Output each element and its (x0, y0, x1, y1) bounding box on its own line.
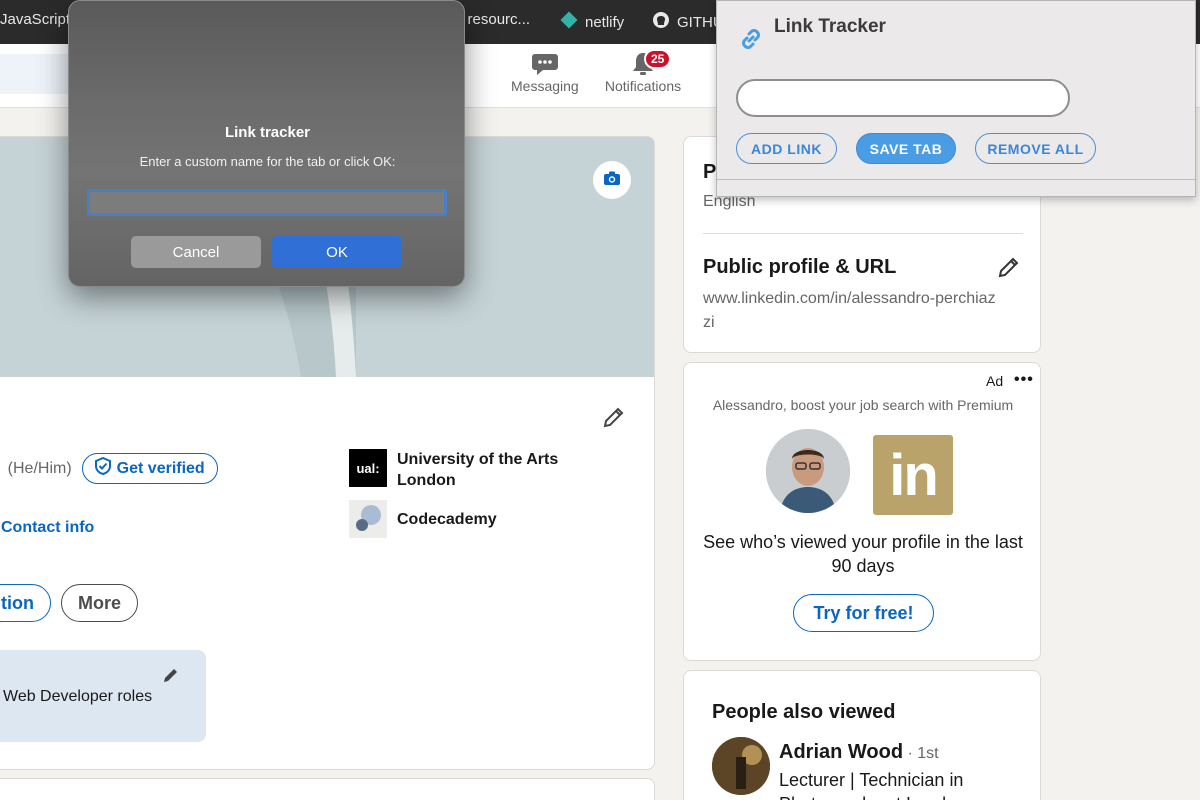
open-to-button[interactable]: tion (0, 584, 51, 622)
open-to-label: tion (1, 592, 34, 613)
link-tracker-extension-popup: Link Tracker ADD LINK SAVE TAB REMOVE AL… (716, 0, 1196, 197)
link-input[interactable] (736, 79, 1070, 117)
ok-button[interactable]: OK (272, 236, 402, 268)
edit-banner-button[interactable] (593, 161, 631, 199)
add-link-button[interactable]: ADD LINK (736, 133, 837, 164)
edit-intro-pencil-icon[interactable] (601, 404, 627, 435)
bookmark-label: netlify (585, 13, 625, 31)
next-section-card (0, 778, 655, 800)
github-icon (652, 11, 670, 33)
pronouns: (He/Him) (7, 459, 72, 477)
more-button[interactable]: More (61, 584, 139, 622)
edit-open-to-work-pencil-icon[interactable] (162, 666, 180, 689)
person-avatar[interactable] (712, 737, 770, 795)
user-avatar (766, 429, 850, 513)
nav-item-notifications[interactable]: 25 Notifications (600, 49, 686, 94)
education-name: Codecademy (397, 511, 497, 528)
person-name-row[interactable]: Adrian Wood · 1st (779, 741, 939, 764)
bookmark-javascript[interactable]: JavaScript (0, 11, 70, 28)
open-to-work-text: Web Developer roles (3, 688, 153, 705)
bell-icon: 25 (600, 49, 686, 78)
edit-public-profile-pencil-icon[interactable] (996, 254, 1022, 285)
open-to-work-card[interactable]: Web Developer roles (0, 650, 206, 742)
premium-ad-card: Ad ••• Alessandro, boost your job search… (683, 362, 1041, 661)
nav-item-messaging[interactable]: Messaging (511, 50, 579, 94)
connection-degree: · 1st (903, 745, 939, 762)
link-tracker-prompt-dialog: Link tracker Enter a custom name for the… (68, 0, 465, 287)
dialog-message: Enter a custom name for the tab or click… (139, 154, 396, 169)
bookmark-label: d resourc... (455, 11, 531, 28)
save-tab-button[interactable]: SAVE TAB (856, 133, 956, 164)
messaging-icon (531, 50, 559, 78)
person-name: Adrian Wood (779, 741, 904, 763)
remove-all-button[interactable]: REMOVE ALL (975, 133, 1096, 164)
name-row: i (He/Him) Get verified (0, 453, 218, 484)
people-also-viewed-card: People also viewed Adrian Wood · 1st Lec… (683, 670, 1041, 800)
people-also-viewed-title: People also viewed (712, 701, 896, 723)
contact-info-link[interactable]: Contact info (1, 519, 94, 537)
linkedin-premium-logo: in (873, 435, 953, 515)
tab-name-input[interactable] (87, 189, 447, 216)
get-verified-button[interactable]: Get verified (81, 453, 218, 484)
codecademy-logo (349, 500, 387, 538)
dialog-title: Link tracker (224, 124, 311, 141)
divider (703, 233, 1023, 234)
cancel-button[interactable]: Cancel (131, 236, 261, 268)
public-profile-url: www.linkedin.com/in/alessandro-perchiazz… (703, 290, 996, 331)
nav-label: Notifications (604, 78, 682, 94)
camera-icon (603, 170, 621, 191)
ad-description: See who’s viewed your profile in the las… (703, 532, 1023, 576)
extension-title: Link Tracker (774, 16, 886, 37)
more-label: More (78, 592, 122, 613)
education-name: University of the Arts London (397, 451, 559, 489)
nav-label: Messaging (511, 78, 579, 94)
ad-menu-dots-icon[interactable]: ••• (1014, 371, 1034, 389)
link-icon (737, 25, 765, 58)
profile-language-heading: P (703, 161, 717, 183)
bookmark-github[interactable]: GITHU (652, 11, 724, 33)
ual-logo: ual: (349, 449, 387, 487)
divider (717, 179, 1195, 180)
ad-label: Ad (986, 373, 1004, 389)
education-item-codecademy[interactable]: Codecademy (349, 500, 597, 538)
get-verified-label: Get verified (116, 459, 205, 477)
bookmark-netlify[interactable]: netlify (560, 11, 624, 33)
education-item-ual[interactable]: ual: University of the Arts London (349, 449, 597, 491)
person-headline: Lecturer | Technician in Photography at … (779, 770, 966, 800)
shield-check-icon (94, 456, 111, 480)
bookmark-label: JavaScript (0, 11, 71, 28)
notification-count-badge: 25 (644, 49, 672, 69)
ad-tagline: Alessandro, boost your job search with P… (712, 397, 1014, 413)
public-profile-title: Public profile & URL (703, 256, 897, 278)
try-for-free-button[interactable]: Try for free! (793, 594, 934, 632)
bookmark-resources[interactable]: d resourc... (455, 11, 530, 28)
netlify-icon (560, 11, 578, 33)
